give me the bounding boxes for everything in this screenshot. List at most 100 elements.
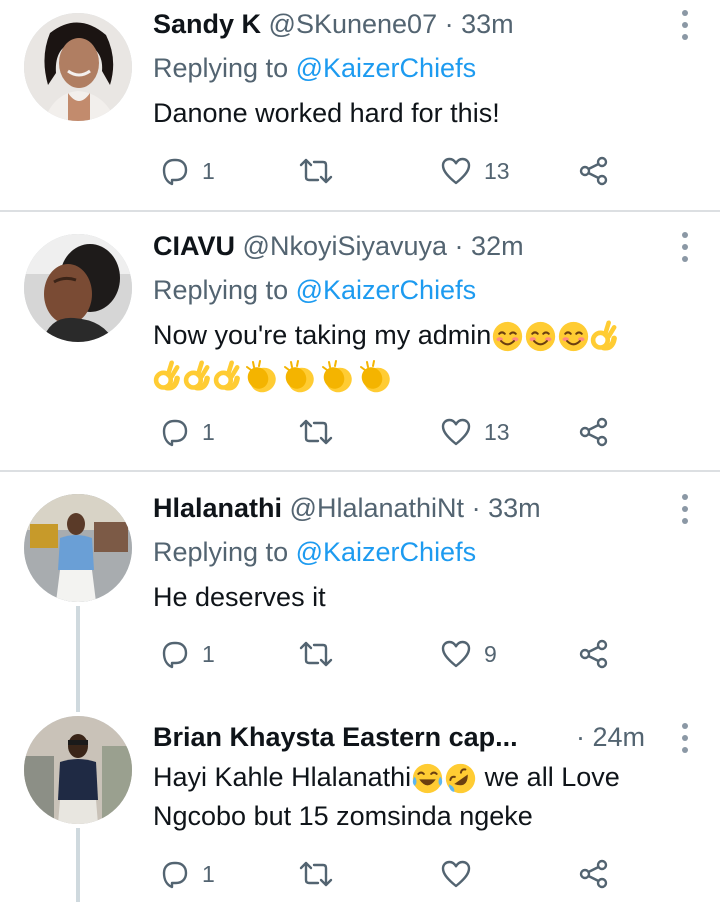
smiling-face-emoji-icon — [526, 322, 556, 352]
like-button[interactable]: 13 — [440, 412, 510, 452]
replying-to-label: Replying to — [153, 275, 289, 305]
timestamp[interactable]: 24m — [593, 722, 646, 752]
tweet-meta: · 24m — [576, 719, 645, 755]
ok-hand-emoji-icon — [591, 320, 618, 351]
user-handle[interactable]: @SKunene07 — [269, 9, 438, 39]
clapping-hands-emoji-icon — [246, 359, 276, 393]
share-icon — [579, 417, 608, 447]
tweet-4[interactable]: Brian Khaysta Eastern cap... · 24m Hayi … — [0, 694, 720, 902]
avatar-photo — [24, 234, 132, 342]
avatar-photo — [24, 13, 132, 121]
retweet-button[interactable] — [298, 151, 334, 191]
share-icon — [579, 156, 608, 186]
tweet-actions: 1 — [150, 854, 630, 894]
like-button[interactable]: 9 — [440, 634, 497, 674]
clapping-hands-emoji-icon — [322, 359, 352, 393]
tweet-actions: 1 13 — [150, 412, 630, 452]
reply-count: 1 — [202, 418, 215, 445]
share-button[interactable] — [578, 634, 610, 674]
share-button[interactable] — [578, 854, 610, 894]
tweet-1[interactable]: Sandy K @SKunene07 · 33m Replying to @Ka… — [0, 0, 720, 210]
reply-count: 1 — [202, 860, 215, 887]
retweet-icon — [299, 158, 333, 184]
like-button[interactable] — [440, 854, 472, 894]
timestamp[interactable]: 32m — [471, 231, 524, 261]
share-icon — [579, 859, 608, 889]
more-options-icon[interactable] — [680, 723, 690, 753]
smiling-face-emoji-icon — [493, 322, 523, 352]
reply-count: 1 — [202, 640, 215, 667]
retweet-button[interactable] — [298, 634, 334, 674]
ok-hand-emoji-icon — [153, 360, 180, 391]
tweet-2[interactable]: CIAVU @NkoyiSiyavuya · 32m Replying to @… — [0, 212, 720, 470]
tweet-text: Hayi Kahle Hlalanathi we all Love Ngcobo… — [153, 758, 693, 835]
display-name[interactable]: CIAVU — [153, 231, 235, 261]
rolling-on-floor-laughing-emoji-icon — [445, 764, 476, 794]
retweet-button[interactable] — [298, 412, 334, 452]
replying-to: Replying to @KaizerChiefs — [153, 50, 476, 86]
mention-link[interactable]: @KaizerChiefs — [296, 537, 476, 567]
ok-hand-emoji-icon — [183, 360, 210, 391]
user-handle[interactable]: @NkoyiSiyavuya — [243, 231, 447, 261]
separator-dot: · — [454, 231, 464, 261]
thread-connector-line — [76, 828, 80, 902]
replying-to-label: Replying to — [153, 53, 289, 83]
separator-dot: · — [471, 493, 481, 523]
share-button[interactable] — [578, 151, 610, 191]
avatar[interactable] — [24, 13, 132, 121]
tweet-header: CIAVU @NkoyiSiyavuya · 32m — [153, 228, 660, 264]
reply-button[interactable]: 1 — [158, 412, 215, 452]
tweet-actions: 1 13 — [150, 151, 630, 191]
tweet-text: Now you're taking my admin — [153, 316, 693, 394]
reply-icon — [162, 641, 188, 669]
heart-icon — [441, 418, 471, 446]
display-name[interactable]: Brian Khaysta Eastern cap... — [153, 722, 518, 752]
separator-dot: · — [444, 9, 454, 39]
tweet-header: Sandy K @SKunene07 · 33m — [153, 6, 660, 42]
like-button[interactable]: 13 — [440, 151, 510, 191]
replying-to: Replying to @KaizerChiefs — [153, 534, 476, 570]
thread-connector-line — [76, 694, 80, 712]
avatar-photo — [24, 716, 132, 824]
heart-icon — [441, 640, 471, 668]
reply-icon — [162, 158, 188, 186]
separator-dot: · — [576, 722, 585, 752]
like-count: 13 — [484, 157, 510, 184]
mention-link[interactable]: @KaizerChiefs — [296, 53, 476, 83]
user-handle[interactable]: @HlalanathiNt — [290, 493, 465, 523]
reply-icon — [162, 861, 188, 889]
tweet-header: Hlalanathi @HlalanathiNt · 33m — [153, 490, 660, 526]
tweet-3[interactable]: Hlalanathi @HlalanathiNt · 33m Replying … — [0, 472, 720, 694]
replying-to-label: Replying to — [153, 537, 289, 567]
timestamp[interactable]: 33m — [488, 493, 541, 523]
clapping-hands-emoji-icon — [360, 359, 390, 393]
reply-button[interactable]: 1 — [158, 151, 215, 191]
reply-button[interactable]: 1 — [158, 634, 215, 674]
timestamp[interactable]: 33m — [461, 9, 514, 39]
more-options-icon[interactable] — [680, 10, 690, 40]
tweet-text-line-1: Hayi Kahle Hlalanathi we all Love — [153, 758, 693, 796]
tweet-text: Danone worked hard for this! — [153, 98, 500, 128]
avatar[interactable] — [24, 234, 132, 342]
like-count: 13 — [484, 418, 510, 445]
display-name[interactable]: Hlalanathi — [153, 493, 282, 523]
avatar[interactable] — [24, 494, 132, 602]
more-options-icon[interactable] — [680, 232, 690, 262]
ok-hand-emoji-icon — [213, 360, 240, 391]
share-icon — [579, 639, 608, 669]
retweet-icon — [299, 419, 333, 445]
tweet-text-content: Hayi Kahle Hlalanathi — [153, 762, 412, 792]
smiling-face-emoji-icon — [559, 322, 589, 352]
share-button[interactable] — [578, 412, 610, 452]
clapping-hands-emoji-icon — [284, 359, 314, 393]
tweet-text-line-2: Ngcobo but 15 zomsinda ngeke — [153, 801, 533, 831]
retweet-button[interactable] — [298, 854, 334, 894]
display-name[interactable]: Sandy K — [153, 9, 261, 39]
mention-link[interactable]: @KaizerChiefs — [296, 275, 476, 305]
reply-count: 1 — [202, 157, 215, 184]
reply-button[interactable]: 1 — [158, 854, 215, 894]
retweet-icon — [299, 861, 333, 887]
avatar[interactable] — [24, 716, 132, 824]
more-options-icon[interactable] — [680, 494, 690, 524]
tweet-text-content: we all Love — [477, 762, 620, 792]
